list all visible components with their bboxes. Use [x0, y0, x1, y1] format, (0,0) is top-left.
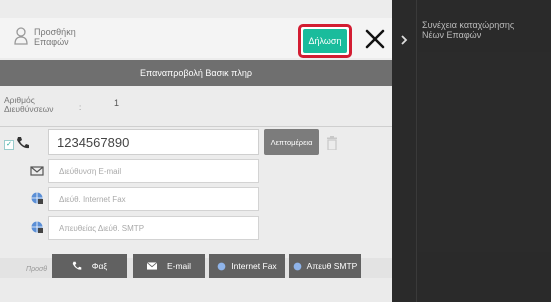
address-count-colon: : — [79, 103, 82, 112]
chevron-right-icon[interactable] — [398, 34, 410, 46]
phone-number-field[interactable]: 1234567890 — [48, 129, 259, 155]
mail-icon — [146, 262, 157, 270]
tab-email-label: E-mail — [166, 261, 192, 271]
divider — [0, 126, 392, 127]
email-field[interactable]: Διεύθυνση E-mail — [48, 159, 259, 183]
trash-icon[interactable] — [326, 136, 338, 150]
right-panel-divider — [416, 0, 417, 302]
details-button-label: Λεπτομέρεια — [270, 137, 313, 147]
continue-line1: Συνέχεια καταχώρησης — [422, 20, 515, 30]
tab-internet-fax-label: Internet Fax — [231, 261, 277, 271]
revert-basic-info-label: Επαναπροβολή Βασικ πληρ — [140, 68, 252, 78]
phone-icon — [17, 137, 29, 149]
phone-checkbox[interactable]: ✓ — [4, 140, 14, 150]
page-title-line1: Προσθήκη — [34, 27, 76, 37]
page-title: Προσθήκη Επαφών — [34, 27, 76, 47]
phone-icon — [72, 261, 82, 270]
internet-fax-placeholder: Διεύθ. Internet Fax — [59, 194, 126, 204]
contact-icon — [14, 27, 28, 45]
continue-line2: Νέων Επαφών — [422, 30, 482, 40]
declare-button[interactable]: Δήλωση — [298, 24, 352, 58]
email-placeholder: Διεύθυνση E-mail — [59, 166, 122, 176]
smtp-placeholder: Απευθείας Διεύθ. SMTP — [59, 223, 145, 233]
address-count-value: 1 — [114, 98, 120, 108]
internet-fax-field[interactable]: Διεύθ. Internet Fax — [48, 187, 259, 211]
page-title-line2: Επαφών — [34, 37, 69, 47]
phone-number-value: 1234567890 — [57, 134, 130, 150]
revert-basic-info-button[interactable]: Επαναπροβολή Βασικ πληρ — [0, 60, 392, 86]
right-panel-area — [418, 52, 551, 252]
globe-icon — [31, 221, 43, 233]
tab-internet-fax[interactable]: Internet Fax — [209, 254, 285, 278]
mail-icon — [30, 166, 44, 176]
continue-new-contacts-button[interactable]: Συνέχεια καταχώρησης Νέων Επαφών — [422, 20, 514, 40]
tab-fax[interactable]: Φαξ — [52, 254, 127, 278]
tab-direct-smtp[interactable]: Απευθ SMTP — [289, 254, 361, 278]
globe-icon — [217, 262, 226, 270]
close-icon — [365, 29, 385, 49]
address-count-label: Αριθμός Διευθύνσεων — [4, 96, 54, 114]
tab-direct-smtp-label: Απευθ SMTP — [306, 261, 358, 271]
declare-button-label: Δήλωση — [303, 29, 347, 53]
globe-icon — [293, 262, 302, 270]
add-prefix-label: Προσθ — [26, 266, 47, 273]
smtp-field[interactable]: Απευθείας Διεύθ. SMTP — [48, 216, 259, 240]
tab-fax-label: Φαξ — [91, 261, 108, 271]
tab-email[interactable]: E-mail — [133, 254, 205, 278]
globe-icon — [31, 192, 43, 204]
bottom-strip — [0, 278, 392, 302]
details-button[interactable]: Λεπτομέρεια — [264, 129, 319, 155]
address-count-label-line2: Διευθύνσεων — [4, 104, 54, 114]
close-button[interactable] — [360, 24, 390, 54]
